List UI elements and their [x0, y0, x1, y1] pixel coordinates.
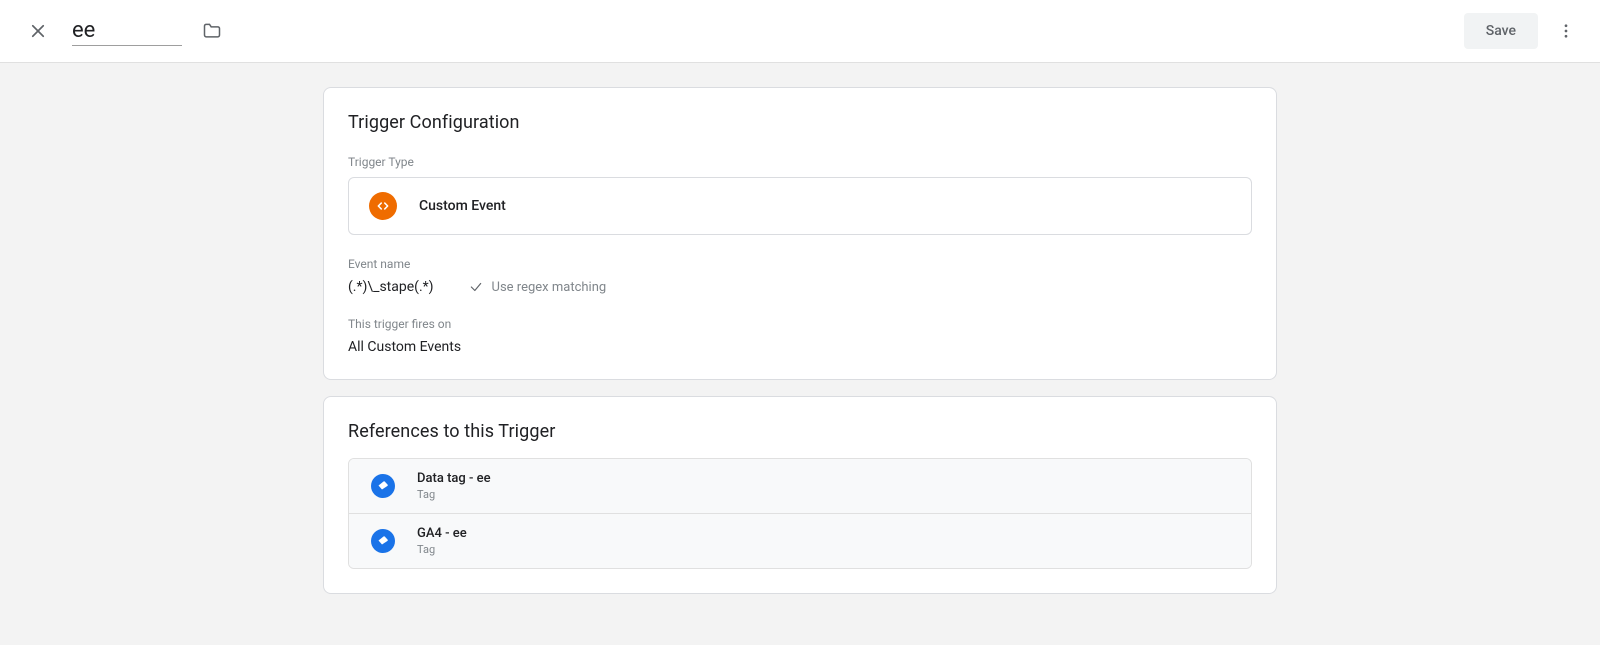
close-icon [29, 22, 47, 40]
reference-name: GA4 - ee [417, 526, 467, 541]
references-heading: References to this Trigger [348, 421, 1252, 442]
tag-icon [371, 529, 395, 553]
trigger-type-label: Trigger Type [348, 155, 1252, 169]
fires-on-label: This trigger fires on [348, 317, 1252, 331]
save-button[interactable]: Save [1464, 13, 1538, 49]
tag-icon [371, 474, 395, 498]
folder-button[interactable] [198, 17, 226, 45]
event-name-label: Event name [348, 257, 1252, 271]
fires-on-value: All Custom Events [348, 339, 1252, 355]
event-name-value: (.*)\_stape(.*) [348, 279, 434, 295]
trigger-config-card: Trigger Configuration Trigger Type Custo… [323, 87, 1277, 380]
regex-matching-indicator: Use regex matching [468, 279, 607, 295]
reference-type: Tag [417, 543, 467, 556]
custom-event-icon [369, 192, 397, 220]
close-button[interactable] [24, 17, 52, 45]
references-list: Data tag - ee Tag GA4 - ee Tag [348, 458, 1252, 569]
reference-type: Tag [417, 488, 491, 501]
reference-row[interactable]: Data tag - ee Tag [349, 459, 1251, 514]
reference-name: Data tag - ee [417, 471, 491, 486]
workarea: Trigger Configuration Trigger Type Custo… [0, 63, 1600, 645]
references-card: References to this Trigger Data tag - ee… [323, 396, 1277, 594]
trigger-type-selector[interactable]: Custom Event [348, 177, 1252, 235]
check-icon [468, 279, 484, 295]
topbar: Save [0, 0, 1600, 63]
trigger-config-heading: Trigger Configuration [348, 112, 1252, 133]
more-menu-button[interactable] [1552, 17, 1580, 45]
event-name-row: (.*)\_stape(.*) Use regex matching [348, 279, 1252, 295]
trigger-name-input[interactable] [72, 16, 182, 46]
trigger-type-name: Custom Event [419, 198, 506, 214]
reference-row[interactable]: GA4 - ee Tag [349, 514, 1251, 568]
folder-icon [202, 21, 222, 41]
regex-matching-label: Use regex matching [492, 280, 607, 295]
more-vert-icon [1557, 22, 1575, 40]
